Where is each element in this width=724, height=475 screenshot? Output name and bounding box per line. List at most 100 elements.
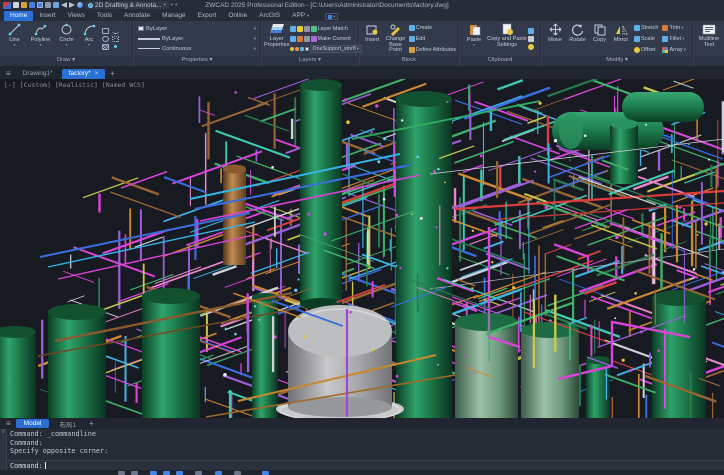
- layers-panel-label[interactable]: Layers ▾: [262, 56, 358, 66]
- array-button[interactable]: Array▾: [662, 46, 685, 55]
- open-icon[interactable]: [21, 2, 27, 8]
- paste-button[interactable]: Paste▾: [462, 22, 486, 56]
- edit-block-button[interactable]: Edit: [409, 35, 456, 44]
- tank-left-2[interactable]: [142, 288, 200, 418]
- polyline-button[interactable]: Polyline▾: [27, 22, 54, 56]
- file-tab-drawing1[interactable]: Drawing1*: [16, 69, 60, 79]
- layer-walk-icon[interactable]: [290, 36, 296, 42]
- file-tab-menu-icon[interactable]: ≡: [3, 68, 14, 79]
- scale-button[interactable]: Scale: [634, 35, 658, 44]
- layer-isolate-icon[interactable]: [311, 26, 317, 32]
- arc-button[interactable]: Arc▾: [79, 22, 99, 56]
- clipboard-options-icon[interactable]: [528, 44, 534, 50]
- undo-icon[interactable]: [61, 2, 67, 8]
- rotate-button[interactable]: Rotate: [566, 22, 589, 56]
- spline-icon[interactable]: [112, 28, 119, 34]
- tab-export[interactable]: Export: [192, 11, 223, 21]
- define-attributes-button[interactable]: Define Attributes: [409, 46, 456, 55]
- print-icon[interactable]: [45, 2, 51, 8]
- move-button[interactable]: Move: [544, 22, 566, 56]
- drawing-canvas[interactable]: [0, 79, 724, 418]
- file-tab-factory[interactable]: factory*×: [62, 69, 106, 79]
- gray-storage-tank[interactable]: [276, 305, 404, 418]
- layer-merge-icon[interactable]: [311, 36, 317, 42]
- layer-unlock-icon[interactable]: [304, 36, 310, 42]
- polar-toggle-icon[interactable]: [163, 471, 170, 475]
- close-icon[interactable]: ×: [95, 71, 99, 77]
- zwcad-logo-icon[interactable]: [3, 2, 11, 9]
- ribbon-style-toggle[interactable]: ▾: [325, 13, 338, 20]
- format-painter-icon[interactable]: [528, 36, 534, 42]
- fillet-button[interactable]: Fillet▾: [662, 35, 685, 44]
- horizontal-vessel-2[interactable]: [622, 92, 704, 122]
- offset-button[interactable]: Offset: [634, 46, 658, 55]
- layer-match-button[interactable]: Layer Match: [318, 26, 348, 32]
- sun-icon[interactable]: [295, 47, 299, 51]
- selection-cycling-icon[interactable]: [262, 471, 269, 475]
- copy-paste-settings-button[interactable]: Copy and Paste Settings: [486, 22, 528, 56]
- undo-dropdown-icon[interactable]: ▾: [171, 2, 173, 8]
- otrack-toggle-icon[interactable]: [195, 471, 202, 475]
- trim-button[interactable]: Trim▾: [662, 24, 685, 33]
- new-layout-button[interactable]: +: [86, 418, 97, 429]
- color-control[interactable]: ByLayer▾: [138, 24, 256, 34]
- create-block-button[interactable]: Create: [409, 24, 456, 33]
- tank-left-edge[interactable]: [0, 326, 36, 418]
- layer-on-icon[interactable]: [290, 26, 296, 32]
- preview-icon[interactable]: [53, 2, 59, 8]
- layer-properties-button[interactable]: Layer Properties: [264, 22, 290, 56]
- change-base-point-button[interactable]: Change Base Point: [382, 22, 408, 56]
- lineweight-control[interactable]: ByLayer▾: [138, 34, 256, 44]
- save-as-icon[interactable]: [37, 2, 43, 8]
- cloud-sphere-icon[interactable]: [77, 2, 83, 8]
- command-window-grip[interactable]: [0, 429, 7, 470]
- tab-annotate[interactable]: Annotate: [118, 11, 156, 21]
- ortho-toggle-icon[interactable]: [150, 471, 157, 475]
- layout-tab-menu-icon[interactable]: ≡: [3, 418, 14, 429]
- layer-dropdown[interactable]: OneSupport_smr8▾: [310, 45, 363, 53]
- modify-panel-label[interactable]: Modify ▾: [542, 56, 692, 66]
- multiline-text-button[interactable]: Multiline Text: [696, 22, 722, 56]
- tab-app[interactable]: APP ▾: [286, 11, 315, 21]
- command-input[interactable]: Command:: [7, 460, 724, 470]
- new-icon[interactable]: [13, 2, 19, 8]
- match-properties-icon[interactable]: [528, 28, 534, 34]
- tab-layout1[interactable]: 布局1: [51, 418, 84, 430]
- mirror-button[interactable]: Mirror: [610, 22, 632, 56]
- layer-freeze-icon[interactable]: [297, 26, 303, 32]
- stretch-button[interactable]: Stretch: [634, 24, 658, 33]
- tab-views[interactable]: Views: [62, 11, 91, 21]
- process-column[interactable]: [300, 79, 342, 310]
- redo-dropdown-icon[interactable]: ▾: [175, 2, 177, 8]
- region-icon[interactable]: [112, 44, 119, 50]
- freeze-icon[interactable]: [300, 47, 304, 51]
- new-tab-button[interactable]: +: [107, 68, 118, 79]
- viewport-controls[interactable]: [-] [Custom] [Realistic] [Named WCS]: [4, 81, 145, 89]
- insert-button[interactable]: Insert: [362, 22, 382, 56]
- line-button[interactable]: Line▾: [2, 22, 27, 56]
- tank-far-right[interactable]: [652, 290, 706, 418]
- linetype-control[interactable]: Continuous▾: [138, 44, 256, 54]
- circle-button[interactable]: Circle▾: [54, 22, 79, 56]
- tank-left-1[interactable]: [48, 304, 106, 418]
- rectangle-icon[interactable]: [102, 28, 109, 34]
- save-icon[interactable]: [29, 2, 35, 8]
- workspace-switcher[interactable]: 2D Drafting & Annota... ▾: [85, 1, 169, 9]
- vertical-vessel[interactable]: [610, 119, 638, 184]
- tab-online[interactable]: Online: [222, 11, 253, 21]
- tab-model[interactable]: Model: [16, 419, 50, 428]
- hatch-icon[interactable]: [102, 44, 109, 50]
- properties-panel-label[interactable]: Properties ▾: [134, 56, 260, 66]
- transparency-toggle-icon[interactable]: [234, 471, 241, 475]
- draw-panel-label[interactable]: Draw ▾: [0, 56, 132, 66]
- snap-toggle-icon[interactable]: [118, 471, 125, 475]
- tab-arcgis[interactable]: ArcGIS: [253, 11, 286, 21]
- tab-home[interactable]: Home: [4, 11, 33, 21]
- grid-toggle-icon[interactable]: [131, 471, 138, 475]
- tall-column[interactable]: [396, 91, 452, 418]
- tab-tools[interactable]: Tools: [91, 11, 118, 21]
- lineweight-toggle-icon[interactable]: [215, 471, 222, 475]
- redo-icon[interactable]: [69, 2, 75, 8]
- layer-off-icon[interactable]: [297, 36, 303, 42]
- point-icon[interactable]: [112, 36, 119, 42]
